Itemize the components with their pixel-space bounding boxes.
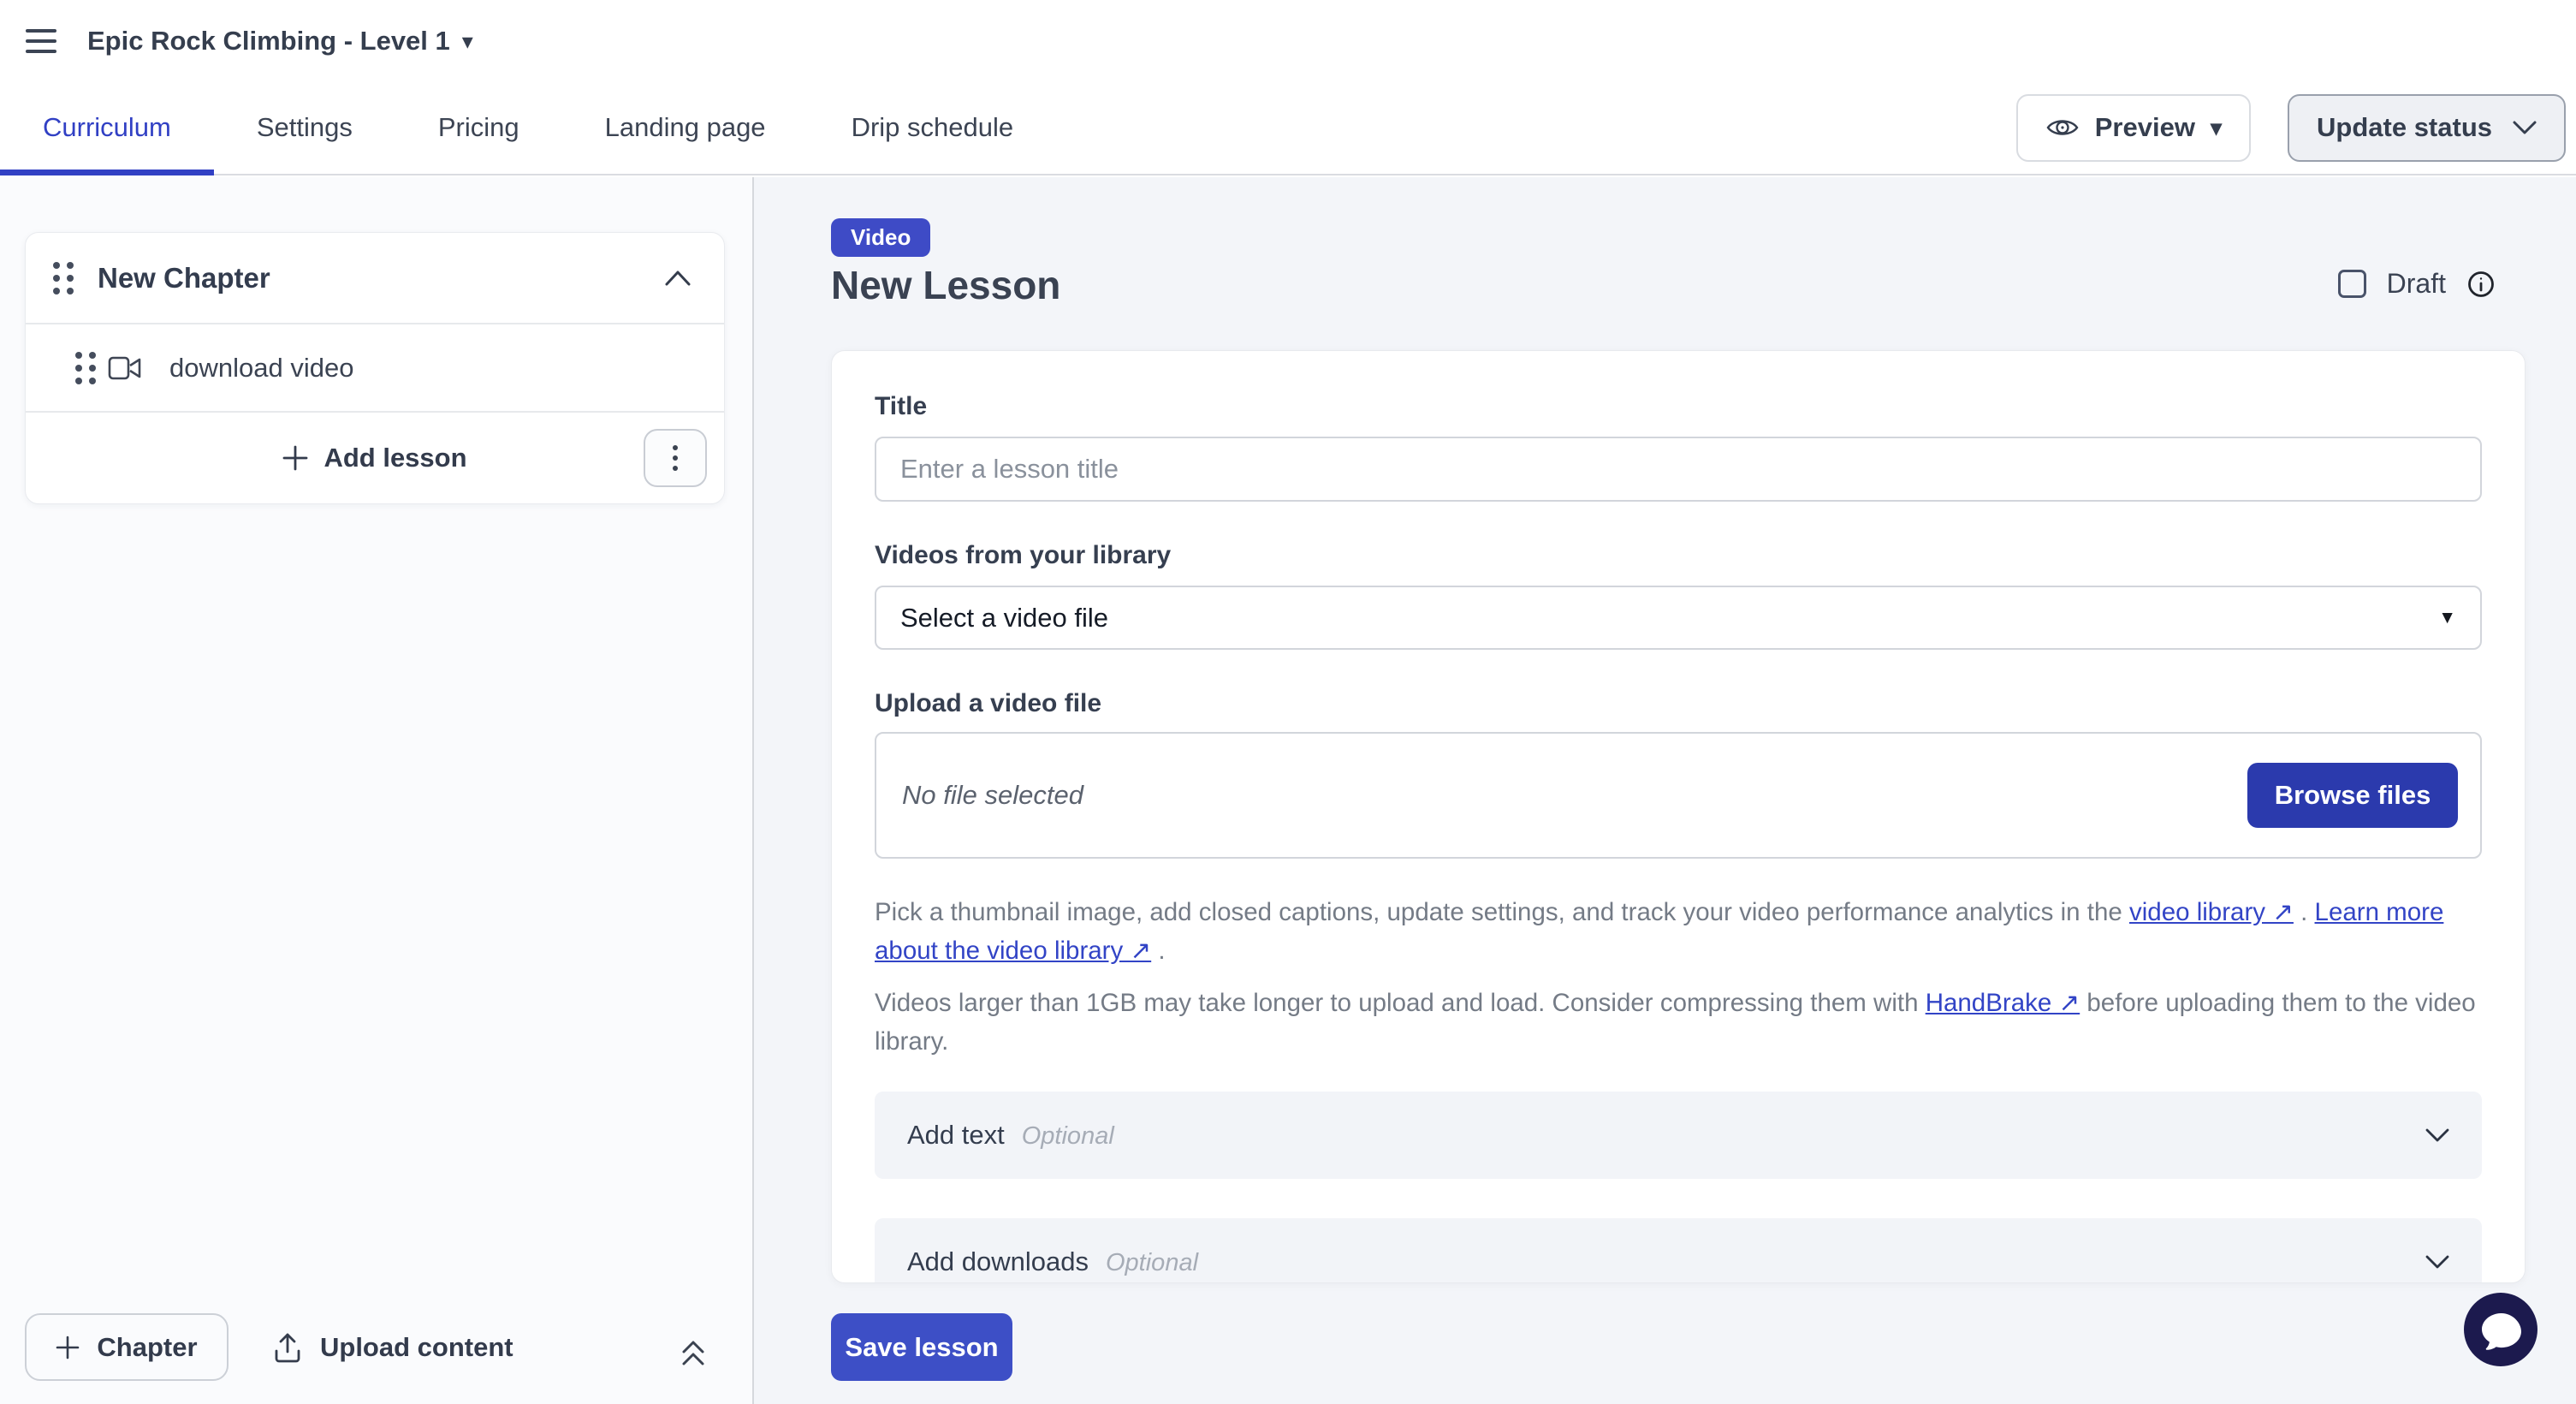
add-text-label: Add text	[907, 1120, 1005, 1151]
video-file-select[interactable]: Select a video file ▼	[875, 586, 2482, 650]
chat-bubble-icon	[2463, 1292, 2538, 1367]
lesson-item[interactable]: download video	[26, 323, 724, 411]
chevron-down-icon	[2425, 1128, 2449, 1143]
video-library-link[interactable]: video library ↗	[2129, 898, 2294, 926]
lesson-item-label: download video	[169, 353, 353, 384]
hamburger-menu-icon[interactable]	[26, 29, 56, 53]
chevron-down-icon	[2425, 1255, 2449, 1270]
chapter-options-button[interactable]	[644, 429, 707, 487]
title-field-label: Title	[875, 392, 2482, 421]
chapter-card: New Chapter download video	[25, 232, 725, 504]
lesson-title-heading: New Lesson	[831, 262, 1060, 308]
update-status-button[interactable]: Update status	[2288, 94, 2566, 162]
add-downloads-optional-label: Optional	[1106, 1249, 1198, 1277]
tab-curriculum[interactable]: Curriculum	[0, 81, 214, 174]
chapter-drag-handle-icon[interactable]	[53, 262, 60, 269]
add-lesson-button[interactable]: Add lesson	[282, 443, 466, 473]
lesson-type-badge: Video	[831, 218, 930, 257]
plus-icon	[282, 445, 308, 471]
add-chapter-label: Chapter	[97, 1332, 197, 1363]
chapter-footer: Add lesson	[26, 411, 724, 503]
chapter-collapse-chevron-icon[interactable]	[664, 270, 691, 287]
video-upload-dropzone[interactable]: No file selected Browse files	[875, 732, 2482, 859]
content-area: New Chapter download video	[0, 177, 2576, 1404]
upload-video-field-label: Upload a video file	[875, 689, 2482, 718]
upload-content-button[interactable]: Upload content	[272, 1313, 513, 1381]
update-status-button-label: Update status	[2317, 112, 2492, 143]
tab-landing-page[interactable]: Landing page	[562, 81, 809, 174]
upload-content-label: Upload content	[320, 1332, 513, 1363]
add-text-optional-label: Optional	[1022, 1122, 1114, 1151]
preview-button[interactable]: Preview ▾	[2016, 94, 2251, 162]
course-title-caret-icon[interactable]: ▾	[462, 30, 473, 52]
video-size-help-text: Videos larger than 1GB may take longer t…	[875, 984, 2482, 1061]
video-library-help-text: Pick a thumbnail image, add closed capti…	[875, 893, 2482, 970]
lesson-drag-handle-icon[interactable]	[75, 352, 82, 359]
draft-toggle-group: Draft	[2338, 268, 2496, 300]
update-status-chevron-icon	[2513, 121, 2537, 135]
double-chevron-up-icon	[679, 1339, 708, 1368]
tab-bar-actions: Preview ▾ Update status	[2016, 81, 2576, 174]
course-title[interactable]: Epic Rock Climbing - Level 1	[87, 26, 450, 57]
chapter-title: New Chapter	[98, 262, 664, 294]
lesson-title-input[interactable]	[875, 437, 2482, 502]
add-downloads-accordion[interactable]: Add downloads Optional	[875, 1218, 2482, 1283]
preview-button-label: Preview	[2095, 112, 2195, 143]
add-text-accordion[interactable]: Add text Optional	[875, 1092, 2482, 1179]
curriculum-sidebar: New Chapter download video	[0, 177, 754, 1404]
tab-pricing[interactable]: Pricing	[395, 81, 562, 174]
tab-bar: Curriculum Settings Pricing Landing page…	[0, 81, 2576, 176]
add-lesson-label: Add lesson	[323, 443, 466, 473]
select-caret-icon: ▼	[2438, 608, 2456, 628]
video-library-field-label: Videos from your library	[875, 541, 2482, 570]
draft-checkbox[interactable]	[2338, 270, 2366, 298]
upload-icon	[272, 1331, 303, 1364]
kebab-icon	[673, 455, 678, 461]
video-lesson-icon	[108, 355, 144, 381]
add-chapter-button[interactable]: Chapter	[25, 1313, 229, 1381]
info-icon[interactable]	[2466, 270, 2496, 299]
preview-caret-icon: ▾	[2211, 116, 2222, 139]
eye-icon	[2045, 116, 2080, 140]
plus-icon	[56, 1336, 80, 1359]
chapter-header[interactable]: New Chapter	[26, 233, 724, 323]
tab-settings[interactable]: Settings	[214, 81, 395, 174]
browse-files-button[interactable]: Browse files	[2247, 763, 2458, 828]
chat-widget-button[interactable]	[2463, 1292, 2538, 1367]
lesson-form-card: Title Videos from your library Select a …	[831, 350, 2526, 1283]
draft-label: Draft	[2387, 268, 2446, 300]
handbrake-link[interactable]: HandBrake ↗	[1926, 989, 2080, 1017]
collapse-sidebar-button[interactable]	[679, 1339, 708, 1368]
video-file-select-value: Select a video file	[900, 603, 1108, 634]
add-downloads-label: Add downloads	[907, 1246, 1089, 1277]
save-lesson-button[interactable]: Save lesson	[831, 1313, 1012, 1381]
no-file-selected-text: No file selected	[902, 780, 1083, 811]
lesson-editor-panel: Video New Lesson Draft Title Videos from…	[754, 177, 2576, 1404]
tab-drip-schedule[interactable]: Drip schedule	[809, 81, 1057, 174]
top-bar: Epic Rock Climbing - Level 1 ▾	[0, 0, 2576, 81]
